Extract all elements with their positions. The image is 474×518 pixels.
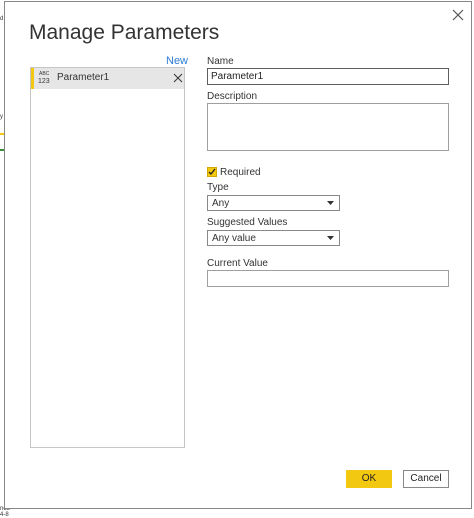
current-value-label: Current Value <box>207 258 268 269</box>
required-label: Required <box>220 167 261 178</box>
dialog-title: Manage Parameters <box>29 21 220 44</box>
type-any-icon: ABC 123 <box>38 71 50 86</box>
new-parameter-link[interactable]: New <box>166 55 188 67</box>
name-input[interactable] <box>207 68 449 85</box>
suggested-values-dropdown[interactable]: Any value <box>207 230 340 246</box>
description-input[interactable] <box>207 103 449 151</box>
checkmark-icon <box>208 168 216 175</box>
suggested-values-dropdown-value: Any value <box>212 233 256 244</box>
ok-button[interactable]: OK <box>346 470 392 488</box>
suggested-values-label: Suggested Values <box>207 217 288 228</box>
parameter-label: Parameter1 <box>57 72 110 83</box>
type-dropdown[interactable]: Any <box>207 195 340 211</box>
chevron-down-icon <box>327 236 334 240</box>
background-text: d <box>0 16 4 22</box>
current-value-input[interactable] <box>207 270 449 287</box>
description-label: Description <box>207 91 258 102</box>
cancel-button[interactable]: Cancel <box>403 470 449 488</box>
required-checkbox[interactable] <box>207 167 217 177</box>
type-dropdown-value: Any <box>212 198 230 209</box>
background-text: y <box>0 114 3 120</box>
list-item-parameter1[interactable]: ABC 123 Parameter1 <box>31 68 184 89</box>
parameter-list: ABC 123 Parameter1 <box>30 67 185 448</box>
remove-parameter-icon[interactable] <box>173 73 183 83</box>
chevron-down-icon <box>327 201 334 205</box>
name-label: Name <box>207 56 234 67</box>
type-label: Type <box>207 182 229 193</box>
manage-parameters-dialog: Manage Parameters New ABC 123 Parameter1… <box>4 1 472 509</box>
close-icon[interactable] <box>451 8 465 22</box>
